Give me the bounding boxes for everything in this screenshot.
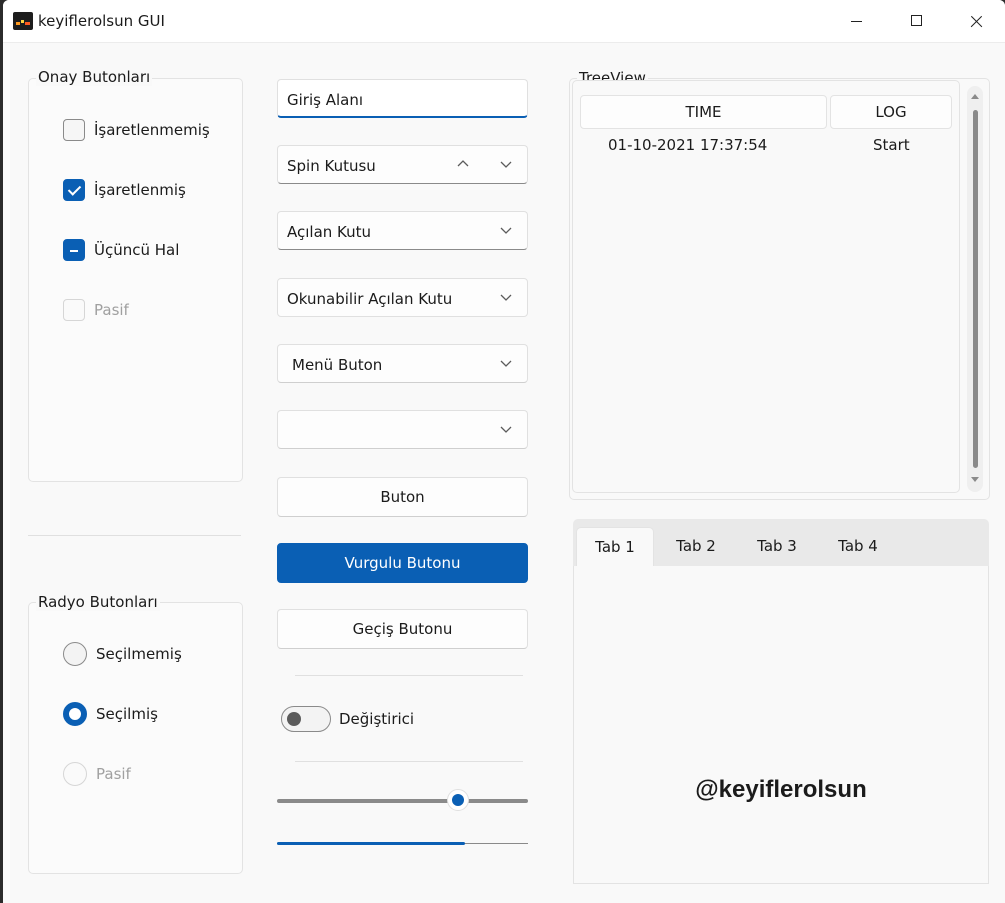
accent-button[interactable]: Vurgulu Butonu <box>277 543 528 583</box>
app-window: keyiflerolsun GUI Onay Butonları İşaretl… <box>3 0 1005 903</box>
tree-cell-log[interactable]: Start <box>873 136 910 154</box>
tab-2[interactable]: Tab 2 <box>658 527 734 566</box>
progress-fill <box>277 842 466 845</box>
entry-value: Giriş Alanı <box>287 91 364 109</box>
radio-label: Seçilmemiş <box>96 645 182 663</box>
combobox-value: Açılan Kutu <box>287 223 372 241</box>
readonly-combobox-value: Okunabilir Açılan Kutu <box>287 290 453 308</box>
checkbox-disabled: Pasif <box>63 297 129 323</box>
checkbox-indeterminate[interactable]: Üçüncü Hal <box>63 237 179 263</box>
checkmark-icon[interactable] <box>63 179 85 201</box>
spinbox-value: Spin Kutusu <box>287 157 376 175</box>
radio-circle[interactable] <box>63 642 87 666</box>
radio-selected-icon[interactable] <box>63 702 87 726</box>
radio-circle <box>63 762 87 786</box>
app-logo-icon <box>13 12 33 30</box>
chevron-down-icon[interactable] <box>499 356 513 370</box>
column-header-log[interactable]: LOG <box>830 95 952 129</box>
menu-button[interactable]: Menü Buton <box>277 344 528 383</box>
scrollbar-thumb[interactable] <box>973 110 978 468</box>
chevron-down-icon[interactable] <box>499 290 513 304</box>
radiobutton-group-label: Radyo Butonları <box>36 593 160 611</box>
checkbox-label: Pasif <box>94 301 129 319</box>
combobox[interactable]: Açılan Kutu <box>277 211 528 250</box>
chevron-down-icon[interactable] <box>499 422 513 436</box>
notebook-tabs: Tab 1 Tab 2 Tab 3 Tab 4 <box>573 519 989 567</box>
window-title: keyiflerolsun GUI <box>38 12 165 30</box>
menu-button-label: Menü Buton <box>292 356 383 374</box>
close-icon[interactable] <box>947 0 1005 42</box>
radio-unselected[interactable]: Seçilmemiş <box>63 641 182 667</box>
radio-disabled: Pasif <box>63 761 131 787</box>
scroll-down-icon[interactable] <box>971 477 979 482</box>
radio-selected[interactable]: Seçilmiş <box>63 701 158 727</box>
tab-3[interactable]: Tab 3 <box>739 527 815 566</box>
switch-toggle[interactable] <box>281 706 331 732</box>
checkbox-label: Üçüncü Hal <box>94 241 180 259</box>
separator <box>28 535 241 536</box>
tab-4[interactable]: Tab 4 <box>820 527 896 566</box>
checkbox-label: İşaretlenmiş <box>94 181 186 199</box>
entry-field[interactable]: Giriş Alanı <box>277 79 528 118</box>
treeview-scrollbar[interactable] <box>967 86 983 492</box>
tab-1[interactable]: Tab 1 <box>576 527 654 567</box>
radio-label: Pasif <box>96 765 131 783</box>
slider-thumb[interactable] <box>446 789 469 811</box>
checkbox-label: İşaretlenmemiş <box>94 121 210 139</box>
scale-slider[interactable] <box>277 799 528 803</box>
title-bar[interactable]: keyiflerolsun GUI <box>3 0 1005 43</box>
separator <box>295 675 523 676</box>
checkbox-checked[interactable]: İşaretlenmiş <box>63 177 186 203</box>
readonly-combobox[interactable]: Okunabilir Açılan Kutu <box>277 278 528 317</box>
tab-content: @keyiflerolsun <box>573 566 989 884</box>
separator <box>295 761 523 762</box>
checkbox-unchecked[interactable]: İşaretlenmemiş <box>63 117 210 143</box>
checkbox-box <box>63 299 85 321</box>
chevron-up-icon[interactable] <box>456 157 470 171</box>
chevron-down-icon[interactable] <box>499 223 513 237</box>
column-header-time[interactable]: TIME <box>580 95 827 129</box>
checkbox-box[interactable] <box>63 119 85 141</box>
tree-cell-time[interactable]: 01-10-2021 17:37:54 <box>608 136 767 154</box>
scroll-up-icon[interactable] <box>971 94 979 99</box>
maximize-icon[interactable] <box>887 0 945 42</box>
watermark-label: @keyiflerolsun <box>695 776 867 803</box>
switch-label: Değiştirici <box>339 710 415 728</box>
spinbox[interactable]: Spin Kutusu <box>277 145 528 184</box>
toggle-button[interactable]: Geçiş Butonu <box>277 609 528 649</box>
progress-bar <box>277 842 528 845</box>
option-menu[interactable] <box>277 410 528 449</box>
checkbutton-group-label: Onay Butonları <box>36 68 153 86</box>
chevron-down-icon[interactable] <box>499 157 513 171</box>
radio-label: Seçilmiş <box>96 705 158 723</box>
indeterminate-icon[interactable] <box>63 239 85 261</box>
button[interactable]: Buton <box>277 477 528 517</box>
minimize-icon[interactable] <box>827 0 885 42</box>
